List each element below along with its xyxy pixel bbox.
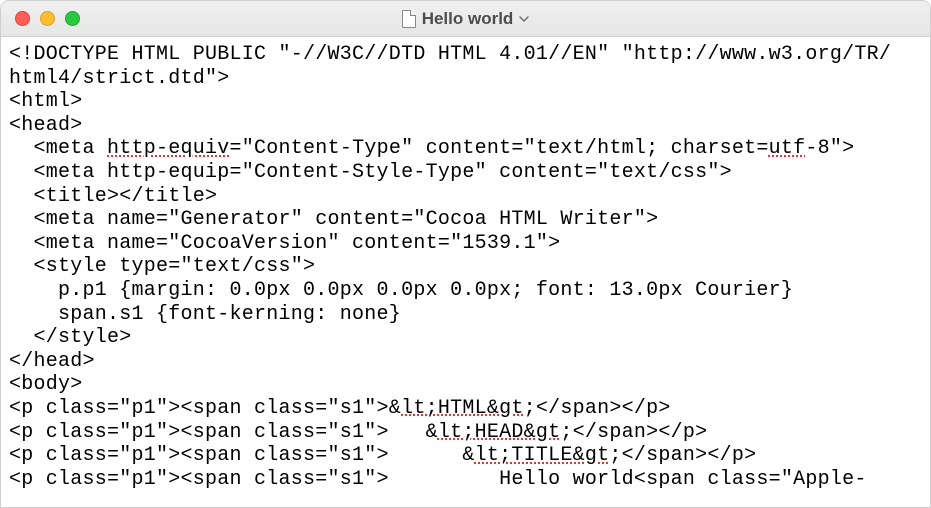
code-line: <html> [9, 90, 922, 114]
spellcheck-underline: utf [769, 137, 806, 160]
chevron-down-icon[interactable] [519, 14, 529, 24]
code-line: <head> [9, 114, 922, 138]
code-line: <p class="p1"><span class="s1"> Hello wo… [9, 468, 922, 492]
code-line: <meta http-equip="Content-Style-Type" co… [9, 161, 922, 185]
spellcheck-underline: lt;TITLE&gt [475, 444, 610, 467]
text-content[interactable]: <!DOCTYPE HTML PUBLIC "-//W3C//DTD HTML … [1, 37, 930, 507]
code-line: span.s1 {font-kerning: none} [9, 303, 922, 327]
code-line: <p class="p1"><span class="s1">&lt;HTML&… [9, 397, 922, 421]
code-line: p.p1 {margin: 0.0px 0.0px 0.0px 0.0px; f… [9, 279, 922, 303]
code-line: <p class="p1"><span class="s1"> &lt;HEAD… [9, 421, 922, 445]
spellcheck-underline: lt;HEAD&gt [438, 421, 561, 444]
minimize-button[interactable] [40, 11, 55, 26]
code-line: </style> [9, 326, 922, 350]
document-icon [402, 10, 416, 28]
spellcheck-underline: lt;HTML&gt [401, 397, 524, 420]
maximize-button[interactable] [65, 11, 80, 26]
code-line: <meta name="Generator" content="Cocoa HT… [9, 208, 922, 232]
code-line: <meta name="CocoaVersion" content="1539.… [9, 232, 922, 256]
code-line: <style type="text/css"> [9, 255, 922, 279]
code-line: <body> [9, 373, 922, 397]
code-line: html4/strict.dtd"> [9, 67, 922, 91]
code-line: <meta http-equiv="Content-Type" content=… [9, 137, 922, 161]
code-line: <p class="p1"><span class="s1"> &lt;TITL… [9, 444, 922, 468]
code-line: <!DOCTYPE HTML PUBLIC "-//W3C//DTD HTML … [9, 43, 922, 67]
code-line: </head> [9, 350, 922, 374]
window-title: Hello world [422, 9, 514, 29]
spellcheck-underline: http-equiv [107, 137, 230, 160]
title-center: Hello world [1, 9, 930, 29]
traffic-lights [1, 11, 80, 26]
close-button[interactable] [15, 11, 30, 26]
window-titlebar: Hello world [1, 1, 930, 37]
code-line: <title></title> [9, 185, 922, 209]
